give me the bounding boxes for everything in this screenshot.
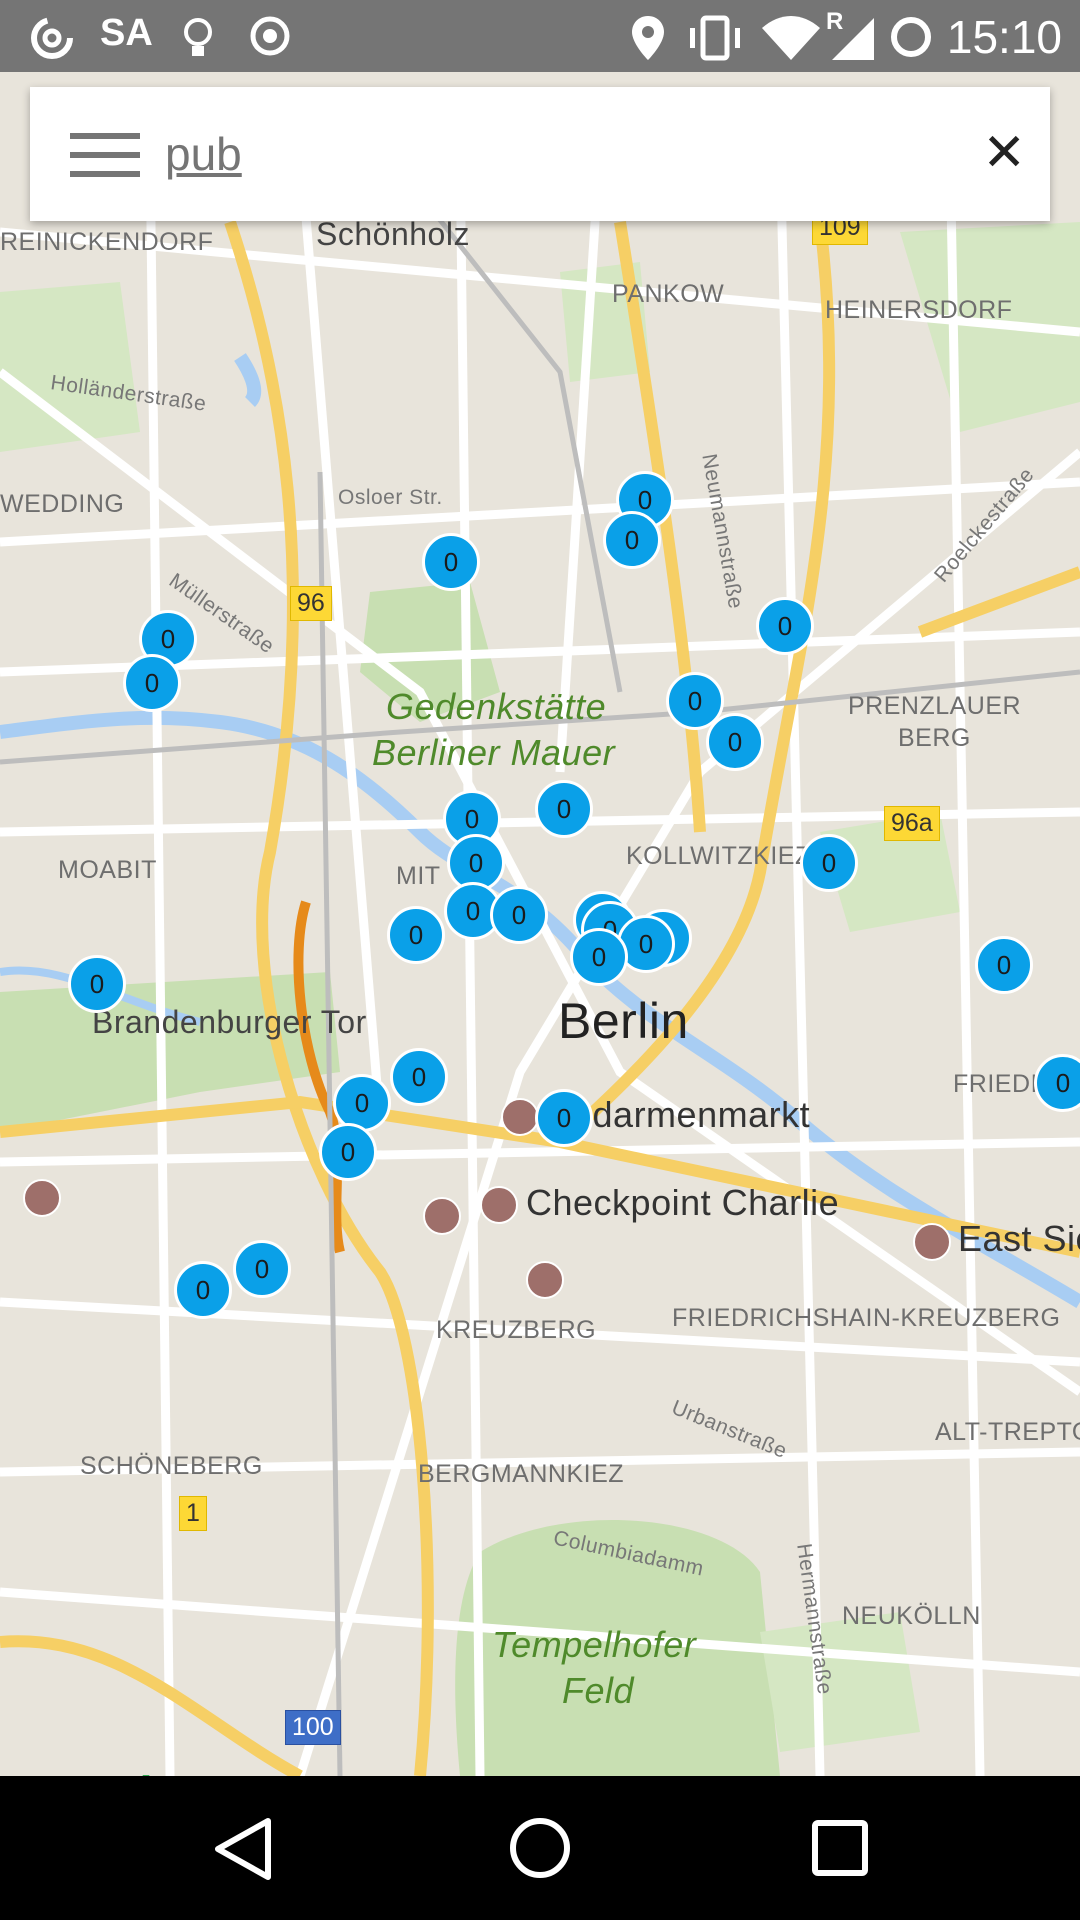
- recents-icon[interactable]: [810, 1818, 870, 1878]
- road-shield-96: 96: [290, 586, 332, 621]
- label-kollwitzkiez: KOLLWITZKIEZ: [626, 842, 811, 870]
- cluster-marker[interactable]: 0: [535, 1089, 593, 1147]
- cluster-marker[interactable]: 0: [387, 906, 445, 964]
- cluster-marker[interactable]: 0: [390, 1048, 448, 1106]
- cluster-marker[interactable]: 0: [570, 928, 628, 986]
- cluster-marker[interactable]: 0: [123, 654, 181, 712]
- cluster-marker[interactable]: 0: [603, 511, 661, 569]
- search-input[interactable]: pub: [165, 127, 242, 181]
- close-icon[interactable]: ✕: [982, 127, 1026, 179]
- landmark-icon[interactable]: [913, 1223, 951, 1261]
- label-moabit: MOABIT: [58, 856, 157, 884]
- museum-icon[interactable]: [423, 1197, 461, 1235]
- label-kreuzberg: KREUZBERG: [436, 1316, 597, 1344]
- label-berlin: Berlin: [558, 993, 689, 1049]
- label-tempelhofer: Tempelhofer: [492, 1624, 697, 1665]
- label-berliner-mauer: Berliner Mauer: [372, 732, 616, 773]
- lightbulb-icon: [184, 18, 212, 56]
- home-icon[interactable]: [508, 1816, 572, 1880]
- label-east-side: East Sic: [958, 1218, 1080, 1259]
- label-schoeneberg: SCHÖNEBERG: [80, 1452, 263, 1480]
- back-icon[interactable]: [212, 1816, 274, 1882]
- label-feld: Feld: [562, 1670, 635, 1711]
- menu-icon[interactable]: [70, 133, 140, 179]
- label-gedenkstaette: Gedenkstätte: [386, 686, 607, 727]
- google-logo: Google: [18, 1767, 178, 1776]
- label-wedding: WEDDING: [0, 490, 125, 518]
- cluster-marker[interactable]: 0: [800, 834, 858, 892]
- label-friedrichshain: FRIEDI: [953, 1070, 1038, 1098]
- road-shield-100: 100: [285, 1710, 341, 1745]
- label-mitte: MIT: [396, 862, 441, 890]
- label-neukoelln: NEUKÖLLN: [842, 1602, 981, 1630]
- location-icon: [632, 16, 664, 60]
- zoo-icon[interactable]: [23, 1179, 61, 1217]
- map-view[interactable]: Schönholz REINICKENDORF PANKOW HEINERSDO…: [0, 72, 1080, 1776]
- museum-icon[interactable]: [526, 1261, 564, 1299]
- cluster-marker[interactable]: 0: [174, 1261, 232, 1319]
- label-friedrichshain-kreuzberg: FRIEDRICHSHAIN-KREUZBERG: [672, 1304, 1061, 1332]
- cluster-marker[interactable]: 0: [319, 1123, 377, 1181]
- label-brandenburger-tor: Brandenburger Tor: [92, 1004, 367, 1040]
- label-alt-treptow: ALT-TREPTO: [935, 1418, 1080, 1446]
- cluster-marker[interactable]: 0: [68, 955, 126, 1013]
- cluster-marker[interactable]: 0: [756, 597, 814, 655]
- target-icon: [250, 16, 290, 56]
- label-gendarmenmarkt: ndarmenmarkt: [572, 1094, 811, 1135]
- landmark-icon[interactable]: [480, 1186, 518, 1224]
- cluster-marker[interactable]: 0: [535, 780, 593, 838]
- navigation-bar: [0, 1776, 1080, 1920]
- label-reinickendorf: REINICKENDORF: [0, 228, 214, 256]
- label-heinersdorf: HEINERSDORF: [825, 296, 1013, 324]
- vibrate-icon: [690, 15, 740, 61]
- carrier-label: SA: [100, 12, 153, 54]
- label-berg: BERG: [898, 724, 971, 752]
- battery-icon: [891, 17, 931, 57]
- label-bergmannkiez: BERGMANNKIEZ: [418, 1460, 625, 1488]
- sync-icon: [31, 17, 73, 59]
- cluster-marker[interactable]: 0: [422, 533, 480, 591]
- label-pankow: PANKOW: [612, 280, 725, 308]
- clock: 15:10: [946, 11, 1062, 63]
- landmark-icon[interactable]: [501, 1098, 539, 1136]
- road-shield-1: 1: [179, 1496, 207, 1531]
- road-shield-96a: 96a: [884, 806, 940, 841]
- label-osloer-str: Osloer Str.: [338, 486, 443, 509]
- cluster-marker[interactable]: 0: [706, 713, 764, 771]
- status-bar: SA R 15:10: [0, 0, 1080, 72]
- label-prenzlauer: PRENZLAUER: [848, 692, 1022, 720]
- search-bar: pub ✕: [30, 87, 1050, 221]
- cluster-marker[interactable]: 0: [233, 1240, 291, 1298]
- label-schoenholz: Schönholz: [316, 216, 470, 252]
- label-checkpoint-charlie: Checkpoint Charlie: [526, 1182, 840, 1223]
- roaming-indicator: R: [826, 8, 844, 35]
- cluster-marker[interactable]: 0: [490, 886, 548, 944]
- cluster-marker[interactable]: 0: [975, 936, 1033, 994]
- wifi-icon: [762, 16, 820, 60]
